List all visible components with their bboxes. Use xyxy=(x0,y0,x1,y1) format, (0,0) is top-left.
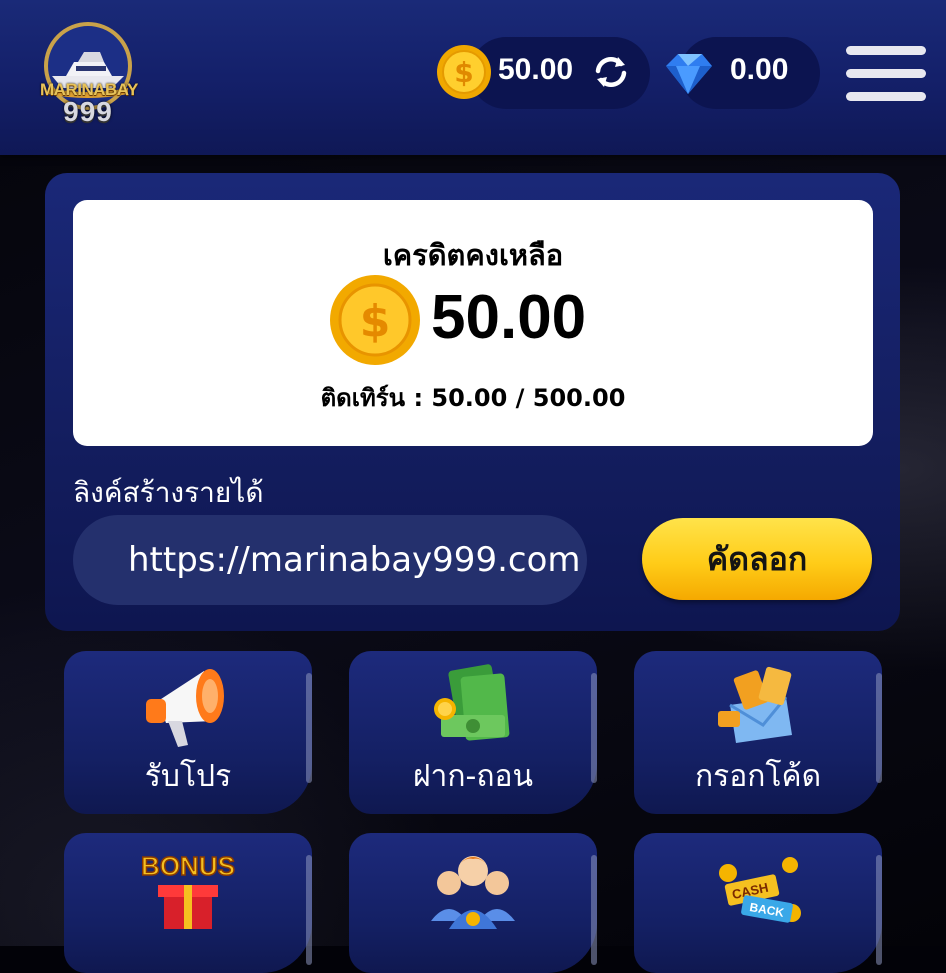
tile-deposit-withdraw[interactable]: ฝาก-ถอน xyxy=(349,651,597,814)
credit-title: เครดิตคงเหลือ xyxy=(382,238,564,272)
coin-balance: 50.00 xyxy=(498,53,574,86)
tile-enter-code[interactable]: กรอกโค้ด xyxy=(634,651,882,814)
logo-number: 999 xyxy=(63,96,113,127)
money-stack-icon xyxy=(434,664,510,741)
credit-card: เครดิตคงเหลือ $ 50.00 ติดเทิร์น : 50.00 … xyxy=(73,200,873,446)
tile-promotion[interactable]: รับโปร xyxy=(64,651,312,814)
top-bar: MARINABAY 999 $ 50.00 0.00 xyxy=(0,0,946,155)
coupon-envelope-icon xyxy=(718,666,792,743)
tile-cashback[interactable]: CASH BACK xyxy=(634,833,882,973)
site-logo[interactable]: MARINABAY 999 xyxy=(40,22,138,127)
copy-button[interactable]: คัดลอก xyxy=(642,518,872,600)
gem-balance: 0.00 xyxy=(730,53,789,86)
tile-label: รับโปร xyxy=(144,759,232,794)
tile-affiliate[interactable] xyxy=(349,833,597,973)
bonus-gift-icon: BONUS xyxy=(140,850,236,929)
svg-text:$: $ xyxy=(360,296,391,347)
turnover-text: ติดเทิร์น : 50.00 / 500.00 xyxy=(320,384,626,412)
tile-label: กรอกโค้ด xyxy=(694,759,822,794)
cashback-icon: CASH BACK xyxy=(719,857,801,923)
gold-coin-icon: $ xyxy=(330,275,420,365)
megaphone-icon xyxy=(146,669,224,747)
svg-text:BONUS: BONUS xyxy=(141,851,235,881)
credit-panel: เครดิตคงเหลือ $ 50.00 ติดเทิร์น : 50.00 … xyxy=(45,173,900,631)
tile-label: ฝาก-ถอน xyxy=(412,759,534,794)
tile-bonus[interactable]: BONUS xyxy=(64,833,312,973)
diamond-icon xyxy=(666,54,712,94)
referral-link-label: ลิงค์สร้างรายได้ xyxy=(73,476,264,509)
team-icon xyxy=(431,856,515,929)
credit-amount: 50.00 xyxy=(431,283,587,352)
referral-link-field[interactable] xyxy=(73,515,587,605)
refresh-icon[interactable] xyxy=(592,55,630,89)
svg-text:$: $ xyxy=(454,56,473,89)
hamburger-menu-icon[interactable] xyxy=(846,46,926,102)
gold-coin-icon: $ xyxy=(437,45,491,99)
